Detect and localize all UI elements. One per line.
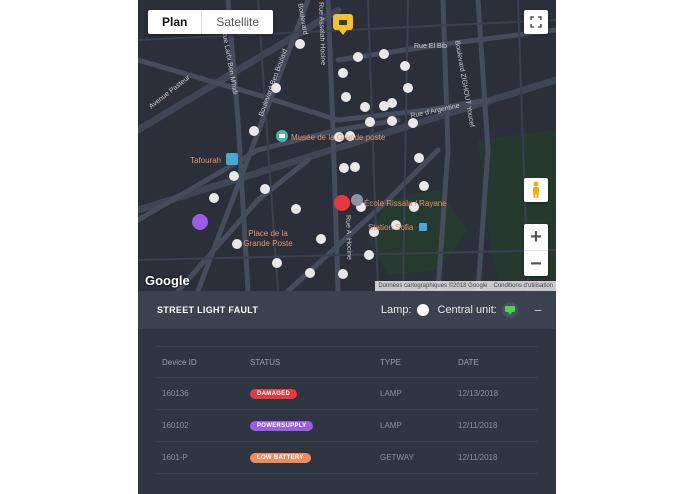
map-data-credit: Données cartographiques ©2018 Google bbox=[378, 283, 488, 289]
zoom-out-button[interactable]: − bbox=[524, 250, 548, 277]
station-icon bbox=[419, 223, 427, 231]
damaged-lamp-marker bbox=[334, 195, 350, 211]
table-row[interactable]: 160102 POWERSUPPLY LAMP 12/11/2018 bbox=[156, 410, 538, 442]
zoom-in-button[interactable]: + bbox=[524, 224, 548, 250]
legend: Lamp: Central unit: bbox=[381, 302, 518, 318]
fullscreen-icon bbox=[530, 16, 542, 28]
device-id: 160102 bbox=[162, 421, 189, 430]
central-unit-legend-icon bbox=[501, 302, 518, 318]
label-ecole: École Rissala / Rayane bbox=[364, 199, 447, 208]
fault-table: Device ID STATUS TYPE DATE 160136 DAMAGE… bbox=[156, 346, 538, 474]
legend-unit-label: Central unit: bbox=[437, 304, 497, 316]
status-badge: POWERSUPPLY bbox=[250, 421, 314, 431]
fault-title: STREET LIGHT FAULT bbox=[157, 305, 259, 315]
device-id: 1601-P bbox=[162, 453, 188, 462]
zoom-control: + − bbox=[524, 224, 548, 276]
street-elbiar: Rue El Bib bbox=[414, 43, 448, 50]
header-date[interactable]: DATE bbox=[458, 358, 538, 367]
google-logo: Google bbox=[145, 273, 190, 288]
table-header: Device ID STATUS TYPE DATE bbox=[156, 346, 538, 378]
street-hocine2: Rue A. Hocine bbox=[344, 215, 353, 260]
street-view-button[interactable] bbox=[524, 178, 548, 202]
header-status[interactable]: STATUS bbox=[250, 358, 380, 367]
street-light-panel: Musée de la Grande poste Tafourah École … bbox=[138, 0, 556, 494]
lamp-legend-icon bbox=[416, 304, 429, 316]
table-row[interactable]: 1601-P LOW BATTERY GETWAY 12/11/2018 bbox=[156, 442, 538, 474]
legend-lamp-label: Lamp: bbox=[380, 304, 412, 316]
device-type: LAMP bbox=[380, 421, 402, 430]
device-type: LAMP bbox=[380, 389, 402, 398]
status-badge: DAMAGED bbox=[250, 389, 298, 399]
status-badge: LOW BATTERY bbox=[250, 453, 311, 463]
fault-date: 12/11/2018 bbox=[458, 453, 498, 462]
fullscreen-button[interactable] bbox=[524, 10, 548, 34]
map-type-satellite[interactable]: Satellite bbox=[202, 10, 273, 34]
powersupply-lamp-marker bbox=[192, 214, 208, 230]
terms-link[interactable]: Conditions d'utilisation bbox=[490, 281, 556, 291]
table-row[interactable]: 160136 DAMAGED LAMP 12/13/2018 bbox=[156, 378, 538, 410]
label-place: Place de la Grande Poste bbox=[243, 229, 293, 248]
map-attribution: Données cartographiques ©2018 Google Con… bbox=[375, 281, 556, 291]
label-tafourah: Tafourah bbox=[190, 156, 222, 165]
pegman-icon bbox=[533, 181, 539, 198]
fault-date: 12/11/2018 bbox=[458, 421, 498, 430]
map-view[interactable]: Musée de la Grande poste Tafourah École … bbox=[138, 0, 556, 291]
metro-icon bbox=[226, 153, 238, 165]
label-station: Station Sofia bbox=[368, 223, 414, 232]
school-poi-icon bbox=[351, 194, 363, 206]
device-type: GETWAY bbox=[380, 453, 414, 462]
fault-date: 12/13/2018 bbox=[458, 389, 499, 398]
map-type-plan[interactable]: Plan bbox=[148, 10, 203, 34]
map-type-toggle: Plan Satellite bbox=[148, 10, 274, 34]
fault-header: STREET LIGHT FAULT Lamp: Central unit: − bbox=[138, 291, 556, 329]
label-musee: Musée de la Grande poste bbox=[291, 133, 386, 142]
header-device-id[interactable]: Device ID bbox=[156, 358, 250, 367]
collapse-button[interactable]: − bbox=[534, 302, 542, 318]
header-type[interactable]: TYPE bbox=[380, 358, 458, 367]
device-id: 160136 bbox=[162, 389, 189, 398]
